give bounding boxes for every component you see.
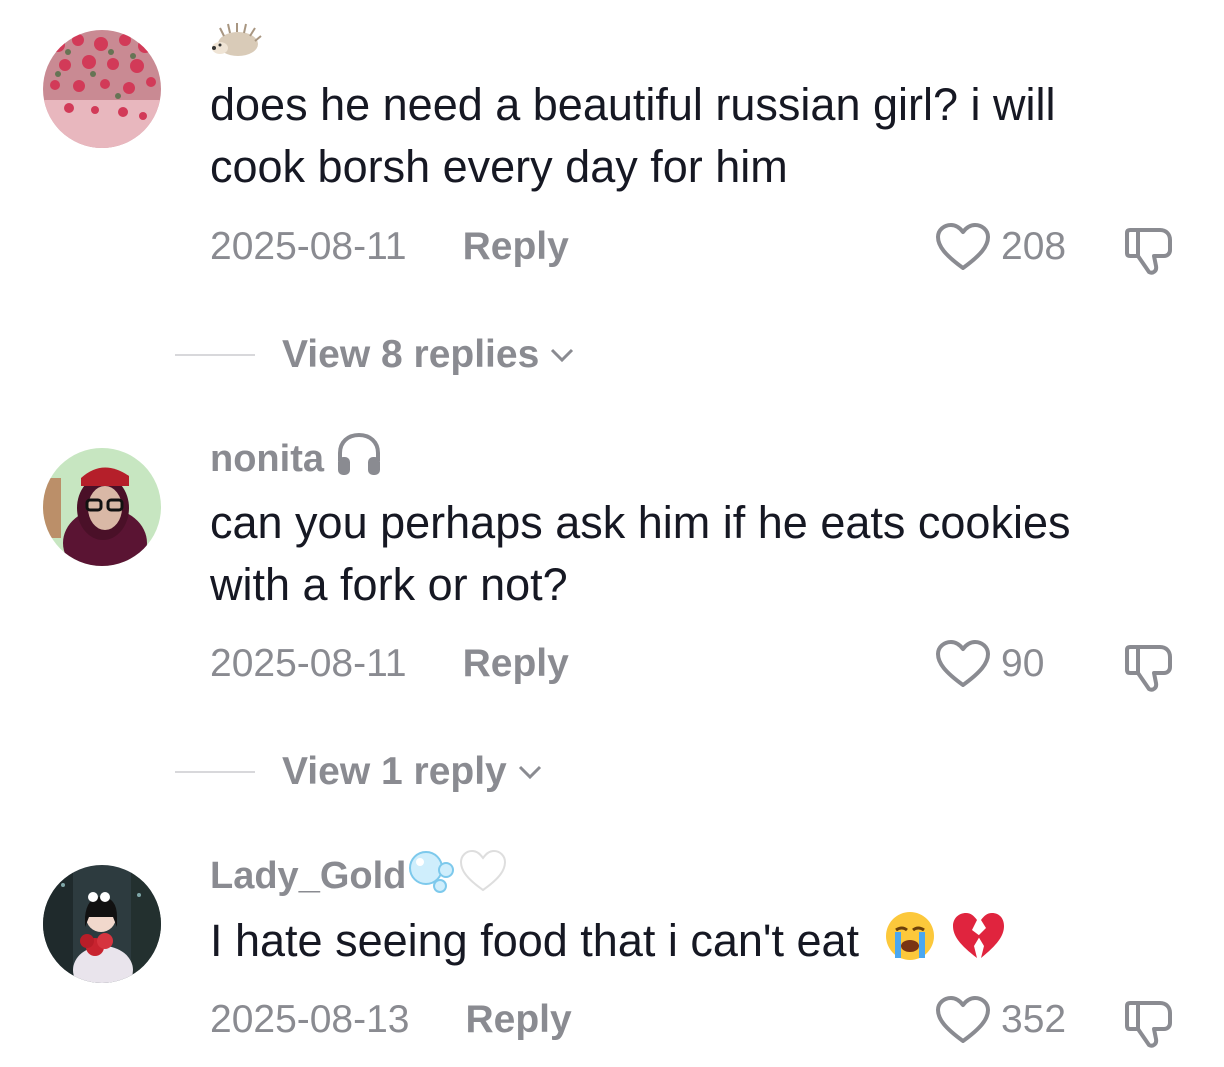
- comment-meta: 2025-08-13 Reply: [210, 995, 572, 1045]
- comment-date: 2025-08-11: [210, 225, 407, 268]
- broken-heart-icon: [950, 910, 1006, 978]
- username-row[interactable]: [210, 20, 262, 70]
- comment-text-line: does he need a beautiful russian girl? i…: [210, 79, 1056, 130]
- white-heart-icon: [458, 848, 508, 904]
- comment-text-line: I hate seeing food that i can't eat: [210, 908, 1200, 980]
- loudly-crying-face-icon: [882, 908, 938, 980]
- comment-text-line: with a fork or not?: [210, 559, 568, 610]
- comment-text: can you perhaps ask him if he eats cooki…: [210, 492, 1200, 616]
- comment-text-line: can you perhaps ask him if he eats cooki…: [210, 497, 1071, 548]
- headphones-icon: [334, 431, 384, 487]
- divider-line: [175, 771, 255, 773]
- dislike-button[interactable]: [1122, 220, 1180, 278]
- view-replies-label: View 8 replies: [282, 333, 540, 376]
- chevron-down-icon: [551, 348, 574, 363]
- bubbles-icon: [406, 848, 458, 904]
- avatar[interactable]: [43, 448, 161, 566]
- username-row[interactable]: Lady_Gold: [210, 848, 508, 904]
- like-count: 208: [1001, 225, 1067, 268]
- comment-date: 2025-08-11: [210, 642, 407, 685]
- like-button[interactable]: 208: [935, 222, 1066, 272]
- view-replies-button[interactable]: View 8 replies: [175, 330, 575, 380]
- reply-button[interactable]: Reply: [466, 998, 572, 1042]
- username[interactable]: nonita: [210, 438, 324, 481]
- dislike-button[interactable]: [1122, 993, 1180, 1051]
- comment-date: 2025-08-13: [210, 998, 410, 1041]
- chevron-down-icon: [518, 765, 541, 780]
- username[interactable]: Lady_Gold: [210, 855, 406, 898]
- like-count: 90: [1001, 642, 1045, 685]
- view-replies-label: View 1 reply: [282, 750, 507, 793]
- divider-line: [175, 354, 255, 356]
- thumbs-down-icon: [1125, 645, 1172, 692]
- dislike-button[interactable]: [1122, 637, 1180, 695]
- avatar[interactable]: [43, 30, 161, 148]
- thumbs-down-icon: [1125, 1001, 1172, 1048]
- heart-icon: [936, 996, 990, 1043]
- comment-text-line: cook borsh every day for him: [210, 141, 788, 192]
- view-replies-button[interactable]: View 1 reply: [175, 747, 543, 797]
- comment-text: I hate seeing food that i can't eat: [210, 908, 1200, 980]
- comment-meta: 2025-08-11 Reply: [210, 639, 569, 689]
- reply-button[interactable]: Reply: [463, 642, 569, 686]
- reply-button[interactable]: Reply: [463, 225, 569, 269]
- comment-text-content: I hate seeing food that i can't eat: [210, 914, 860, 966]
- hedgehog-icon: [210, 22, 262, 68]
- username-row[interactable]: nonita: [210, 431, 384, 487]
- comment-meta: 2025-08-11 Reply: [210, 222, 569, 272]
- heart-icon: [936, 640, 990, 687]
- avatar[interactable]: [43, 865, 161, 983]
- heart-icon: [936, 223, 990, 270]
- like-count: 352: [1001, 998, 1067, 1041]
- comment-text: does he need a beautiful russian girl? i…: [210, 74, 1200, 198]
- like-button[interactable]: 352: [935, 995, 1066, 1045]
- like-button[interactable]: 90: [935, 639, 1044, 689]
- thumbs-down-icon: [1125, 228, 1172, 275]
